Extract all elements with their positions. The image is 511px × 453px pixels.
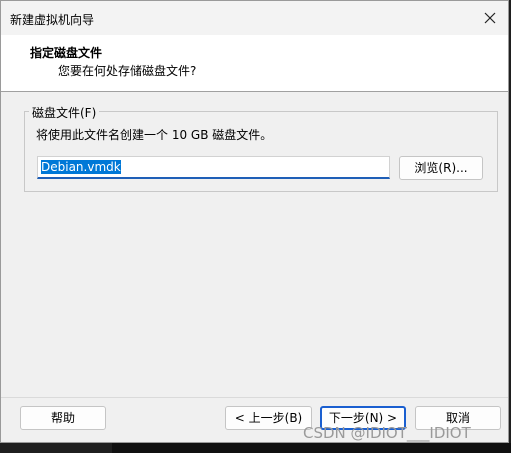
close-icon	[484, 12, 496, 24]
browse-button[interactable]: 浏览(R)...	[399, 156, 483, 180]
window-title: 新建虚拟机向导	[10, 13, 95, 27]
back-button[interactable]: < 上一步(B)	[225, 406, 312, 430]
page-title: 指定磁盘文件	[30, 46, 103, 60]
new-vm-wizard-dialog: 新建虚拟机向导 指定磁盘文件 您要在何处存储磁盘文件? 磁盘文件(F) 将使用此…	[0, 0, 509, 443]
page-subtitle: 您要在何处存储磁盘文件?	[58, 64, 197, 78]
disk-file-group-label: 磁盘文件(F)	[29, 104, 100, 121]
disk-file-name-value: Debian.vmdk	[41, 160, 121, 174]
background-desktop	[112, 443, 511, 453]
csdn-watermark: CSDN @IDIOT___IDIOT	[303, 424, 471, 442]
title-bar: 新建虚拟机向导	[1, 1, 508, 35]
disk-size-info: 将使用此文件名创建一个 10 GB 磁盘文件。	[36, 128, 273, 142]
disk-file-name-input[interactable]: Debian.vmdk	[37, 156, 390, 179]
help-button[interactable]: 帮助	[20, 406, 106, 430]
close-button[interactable]	[478, 6, 502, 30]
footer-separator	[1, 397, 508, 398]
wizard-header: 指定磁盘文件 您要在何处存储磁盘文件?	[1, 35, 508, 92]
